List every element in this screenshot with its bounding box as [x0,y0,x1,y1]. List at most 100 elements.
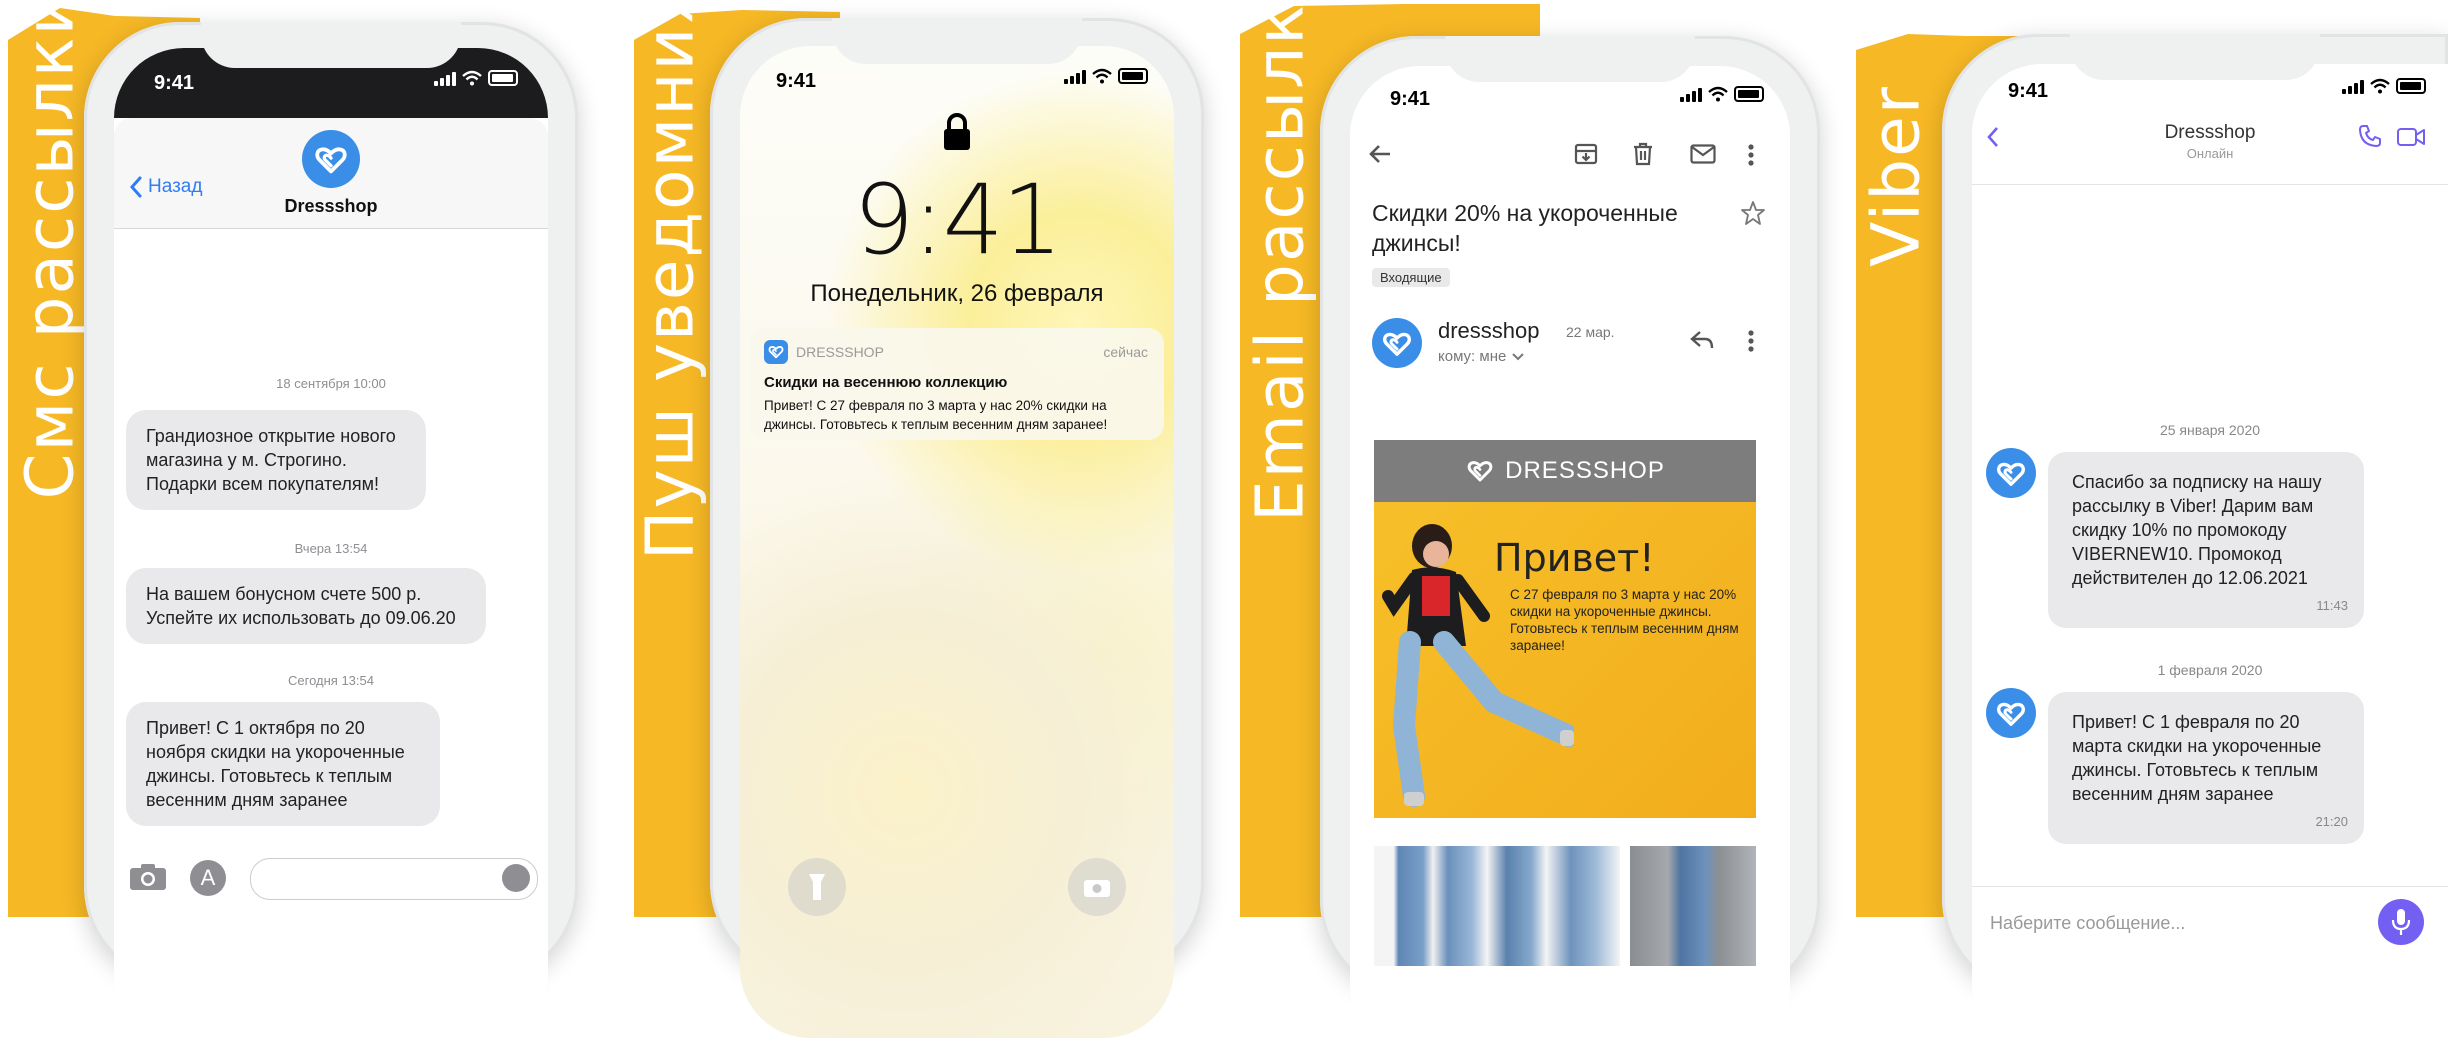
phone-call-icon[interactable] [2358,124,2382,148]
email-screen: 9:41 Скидки 20% на укороченные джинсы! В… [1350,66,1790,1056]
status-bar: 9:41 [1972,72,2448,108]
inbox-label-chip[interactable]: Входящие [1372,268,1450,287]
status-icons [1680,86,1764,102]
status-time: 9:41 [2008,80,2049,102]
sms-back-button[interactable]: Назад [130,176,202,198]
banner-brand: DRESSSHOP [1505,457,1665,484]
back-arrow-icon[interactable] [1368,144,1392,164]
video-call-icon[interactable] [2396,127,2426,147]
mail-icon[interactable] [1690,144,1716,164]
message-bubble: Привет! С 1 октября по 20 ноября скидки … [126,702,440,826]
battery-icon [2396,78,2426,94]
message-text: Спасибо за подписку на нашу рассылку в V… [2072,472,2322,588]
recipient-label: кому: мне [1438,348,1507,365]
message-date: Сегодня 13:54 [288,673,374,688]
star-icon[interactable] [1740,200,1766,226]
more-vertical-icon[interactable] [1748,144,1754,166]
status-time: 9:41 [154,72,195,94]
message-text: Привет! С 1 февраля по 20 марта скидки н… [2072,712,2322,804]
sms-header: Назад Dressshop [114,118,548,229]
message-input[interactable]: Наберите сообщение... [1990,913,2185,934]
viber-panel: Viber 9:41 Dressshop Онлайн 25 января 20… [1856,0,2448,1054]
contact-avatar[interactable] [302,130,360,188]
banner-text: С 27 февраля по 3 марта у нас 20% скидки… [1510,587,1739,653]
product-image[interactable] [1630,846,1756,966]
lock-date: Понедельник, 26 февраля [810,280,1104,307]
message-bubble: На вашем бонусном счете 500 р. Успейте и… [126,568,486,644]
reply-icon[interactable] [1690,330,1714,350]
lock-screen: 9:41 9:41 Понедельник, 26 февраля DRESSS… [740,46,1174,1038]
email-subject: Скидки 20% на укороченные джинсы! [1372,200,1678,256]
message-bubble: Спасибо за подписку на нашу рассылку в V… [2048,452,2364,628]
phone-notch [832,18,1082,64]
microphone-icon [2391,909,2411,935]
lock-icon [944,113,970,150]
wifi-icon [2370,78,2390,94]
viber-header: Dressshop Онлайн [1972,108,2448,185]
sender-name: dressshop [1438,318,1540,343]
status-icons [1064,68,1148,84]
archive-icon[interactable] [1574,142,1598,166]
battery-icon [488,70,518,86]
product-image[interactable] [1374,846,1620,966]
message-date: 18 сентября 10:00 [276,376,386,391]
signal-icon [2342,78,2364,94]
banner-title: Привет! [1494,536,1655,580]
flashlight-icon [809,874,825,900]
camera-icon[interactable] [128,862,168,892]
viber-contact-status: Онлайн [2186,146,2234,161]
wifi-icon [462,70,482,86]
delete-icon[interactable] [1632,142,1654,166]
battery-icon [1734,86,1764,102]
push-panel: Пуш уведомния 9:41 9:41 Понедельник, 26 … [620,0,1220,1038]
audio-icon[interactable] [502,864,530,892]
viber-phone: 9:41 Dressshop Онлайн 25 января 2020 Спа [1942,34,2448,1054]
sms-panel: Смс рассылки 9:41 Назад Dressshop 18 сен… [0,0,600,1042]
dressshop-logo-icon [767,343,785,361]
back-label: Назад [148,176,203,197]
banner-header: DRESSSHOP [1374,440,1756,502]
viber-side-label-wrap: Viber [1856,0,1936,917]
battery-icon [1118,68,1148,84]
email-side-label-wrap: Email рассылки [1240,0,1320,917]
status-bar: 9:41 [740,62,1174,98]
email-banner: DRESSSHOP Привет! С 27 февраля по 3 март… [1374,440,1756,818]
push-notification-card[interactable]: DRESSSHOP сейчас Скидки на весеннюю колл… [750,328,1164,440]
status-icons [434,70,518,86]
notification-app-name: DRESSSHOP [796,344,884,360]
camera-button[interactable] [1068,858,1126,916]
chevron-down-icon [1512,352,1525,360]
message-bubble: Грандиозное открытие нового магазина у м… [126,410,426,510]
phone-notch [1445,36,1695,82]
sms-side-label: Смс рассылки [11,0,89,500]
recipient-toggle[interactable]: кому: мне [1438,348,1525,365]
notification-title: Скидки на весеннюю коллекцию [764,374,1008,391]
status-bar: 9:41 [1350,80,1790,116]
dressshop-logo-icon [1465,456,1495,486]
contact-name: Dressshop [284,196,378,216]
dressshop-logo-icon [312,141,350,179]
sms-text-input[interactable] [250,858,538,900]
viber-side-label: Viber [1857,85,1935,267]
message-time: 21:20 [2315,814,2348,829]
message-date: 25 января 2020 [2159,422,2261,438]
chevron-left-icon [130,176,142,198]
email-phone: 9:41 Скидки 20% на укороченные джинсы! В… [1320,36,1820,1056]
push-side-label-wrap: Пуш уведомния [620,0,720,917]
voice-button[interactable] [2378,899,2424,945]
status-time: 9:41 [1390,88,1431,110]
lock-clock: 9:41 [853,164,1063,276]
wifi-icon [1708,86,1728,102]
app-store-icon[interactable]: A [190,860,226,896]
signal-icon [434,70,456,86]
notification-app-icon [764,340,788,364]
camera-icon [1084,880,1110,897]
flashlight-button[interactable] [788,858,846,916]
sender-avatar[interactable] [1372,318,1422,368]
signal-icon [1064,68,1086,84]
viber-avatar [1986,448,2036,498]
more-vertical-icon[interactable] [1748,330,1754,352]
phone-notch [201,22,461,68]
message-date: Вчера 13:54 [294,541,368,556]
dressshop-logo-icon [1994,457,2028,491]
